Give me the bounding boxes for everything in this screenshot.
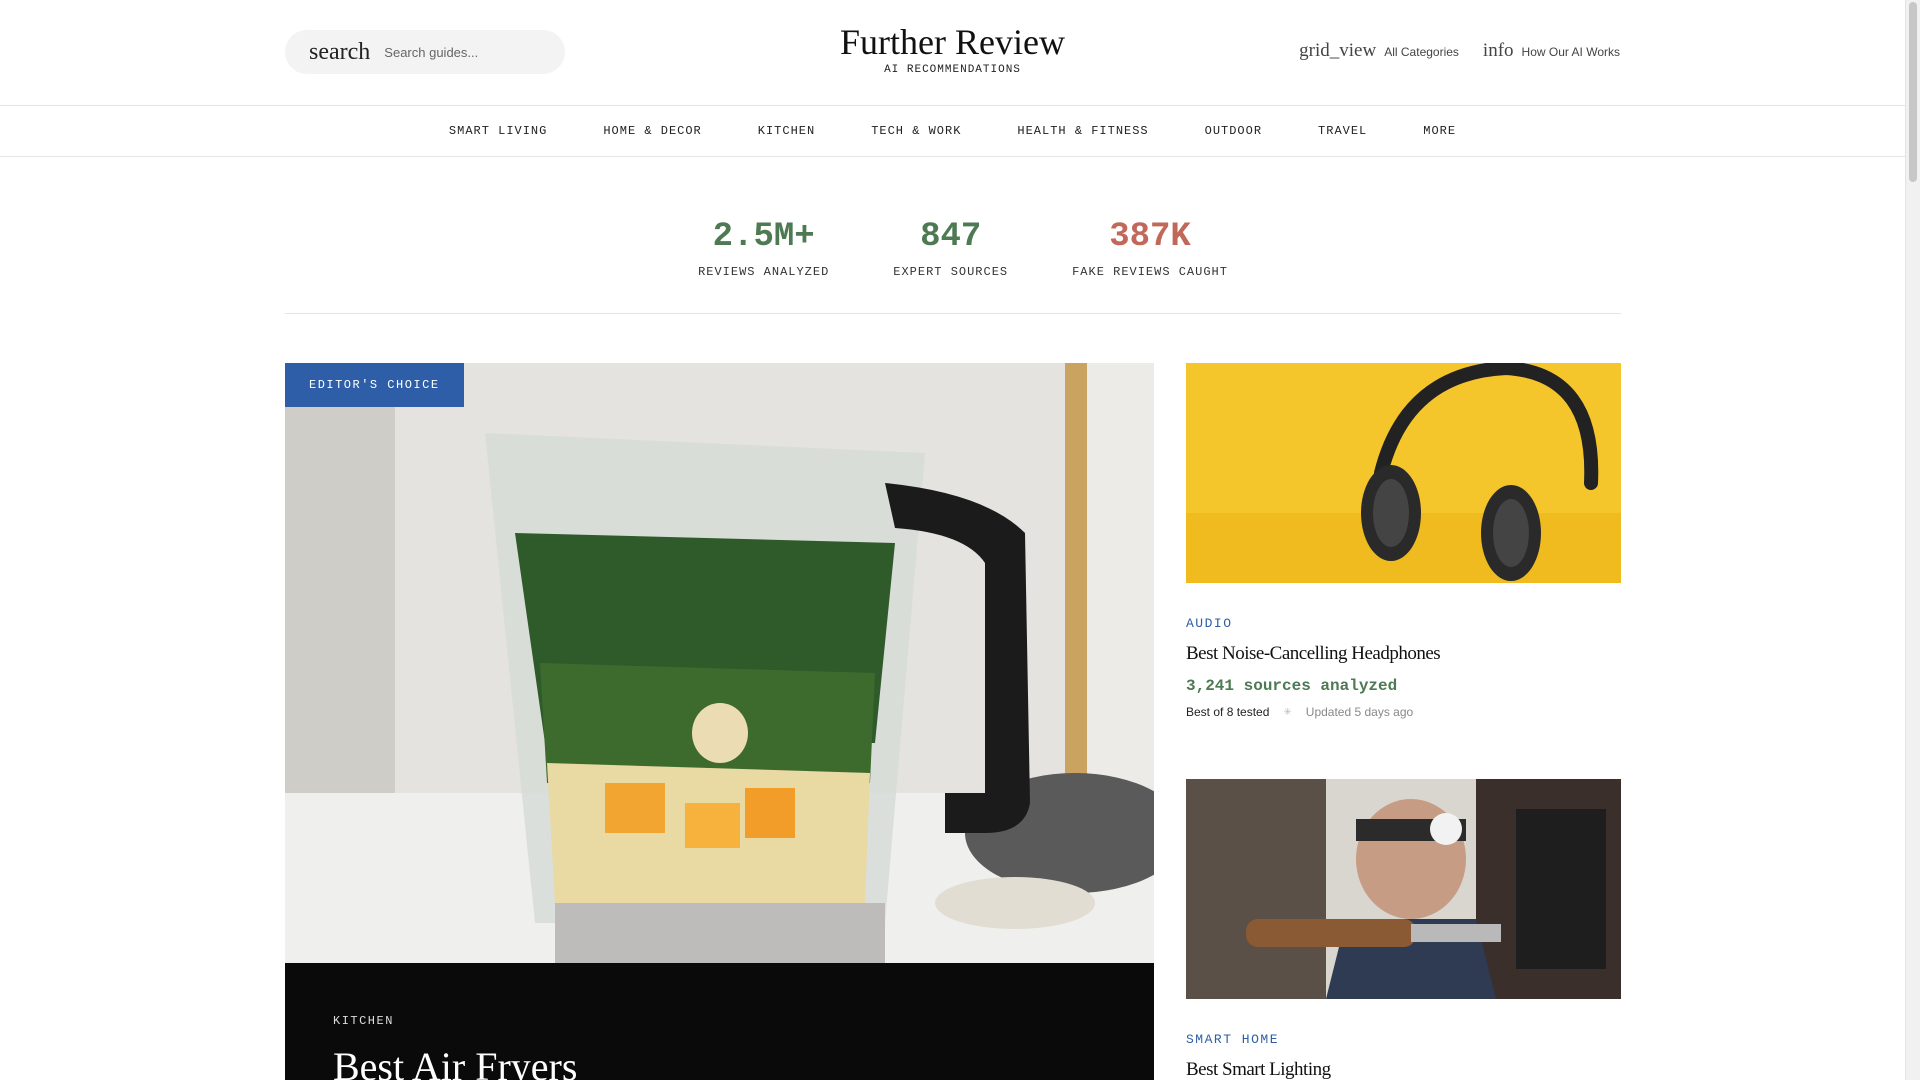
category-nav: SMART LIVING HOME & DECOR KITCHEN TECH &…: [0, 106, 1905, 157]
feature-category: KITCHEN: [333, 1014, 394, 1028]
all-categories-label: All Categories: [1384, 45, 1459, 59]
card-category: SMART HOME: [1186, 1032, 1280, 1047]
nav-item-kitchen[interactable]: KITCHEN: [758, 124, 815, 138]
stats-bar: 2.5M+ REVIEWS ANALYZED 847 EXPERT SOURCE…: [285, 157, 1621, 314]
nav-item-more[interactable]: MORE: [1423, 124, 1456, 138]
card-title[interactable]: Best Noise-Cancelling Headphones: [1186, 643, 1621, 665]
all-categories-link[interactable]: grid_view All Categories: [1299, 40, 1459, 62]
guide-card-smart-lighting[interactable]: SMART HOME Best Smart Lighting: [1186, 779, 1621, 1080]
nav-item-health-fitness[interactable]: HEALTH & FITNESS: [1017, 124, 1148, 138]
separator-dot-icon: ✳: [1283, 706, 1292, 718]
site-tagline: AI RECOMMENDATIONS: [884, 64, 1021, 76]
header-links: grid_view All Categories info How Our AI…: [1299, 40, 1620, 62]
nav-item-home-decor[interactable]: HOME & DECOR: [603, 124, 701, 138]
headphones-image: [1186, 363, 1621, 583]
card-category: AUDIO: [1186, 616, 1233, 631]
smart-lighting-image: [1186, 779, 1621, 999]
stat-label: FAKE REVIEWS CAUGHT: [1072, 265, 1228, 279]
guide-card-headphones[interactable]: AUDIO Best Noise-Cancelling Headphones 3…: [1186, 363, 1621, 719]
workshop-illustration: [1186, 779, 1621, 999]
stat-value: 847: [920, 218, 982, 256]
how-ai-works-link[interactable]: info How Our AI Works: [1483, 40, 1620, 62]
stat-value: 2.5M+: [712, 218, 815, 256]
scrollbar-thumb[interactable]: [1909, 2, 1917, 182]
nav-item-tech-work[interactable]: TECH & WORK: [871, 124, 961, 138]
card-meta: Best of 8 tested ✳ Updated 5 days ago: [1186, 705, 1621, 719]
nav-item-travel[interactable]: TRAVEL: [1318, 124, 1367, 138]
headphones-illustration: [1186, 363, 1621, 583]
stat-label: REVIEWS ANALYZED: [698, 265, 830, 279]
nav-item-outdoor[interactable]: OUTDOOR: [1205, 124, 1262, 138]
grid-view-icon: grid_view: [1299, 40, 1377, 61]
feature-title[interactable]: Best Air Fryers: [333, 1043, 577, 1080]
stat-reviews-analyzed: 2.5M+ REVIEWS ANALYZED: [698, 217, 829, 313]
sources-count: 3,241 sources analyzed: [1186, 677, 1398, 695]
updated-time: Updated 5 days ago: [1305, 705, 1414, 719]
stat-expert-sources: 847 EXPERT SOURCES: [893, 217, 1008, 313]
nav-item-smart-living[interactable]: SMART LIVING: [449, 124, 547, 138]
stat-fake-reviews: 387K FAKE REVIEWS CAUGHT: [1072, 217, 1228, 313]
stat-value: 387K: [1109, 218, 1191, 256]
stat-label: EXPERT SOURCES: [893, 265, 1009, 279]
best-of-tested: Best of 8 tested: [1186, 705, 1270, 719]
page-scrollbar[interactable]: [1905, 0, 1920, 1080]
how-ai-works-label: How Our AI Works: [1521, 45, 1620, 59]
editors-choice-badge: EDITOR'S CHOICE: [285, 363, 464, 407]
blender-image: [285, 363, 1154, 963]
blender-illustration: [285, 363, 1154, 963]
featured-guide-card[interactable]: EDITOR'S CHOICE KITCHEN Best Air Fryers: [285, 363, 1154, 1080]
info-icon: info: [1482, 40, 1514, 61]
site-header: search Search guides... Further Review A…: [0, 0, 1905, 106]
card-title[interactable]: Best Smart Lighting: [1186, 1059, 1621, 1080]
